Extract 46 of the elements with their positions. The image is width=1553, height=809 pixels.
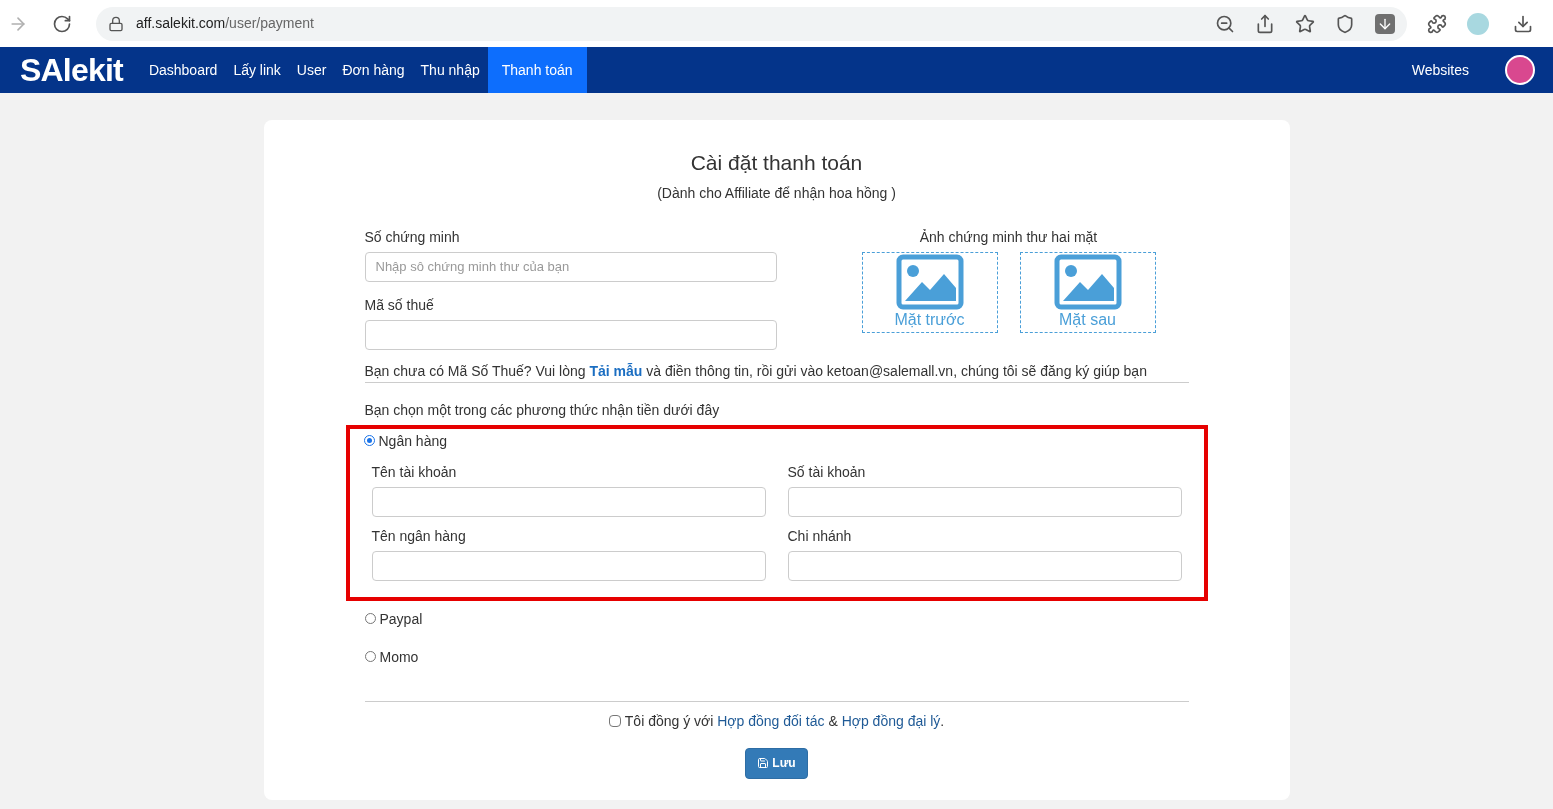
page-title: Cài đặt thanh toán	[690, 150, 863, 176]
nav-item[interactable]: Thanh toán	[487, 47, 587, 93]
tax-hint-text: Bạn chưa có Mã Số Thuế? Vui lòng Tải mẫu và điền thông tin, rồi gửi vào ketoan@salemall.vn, chúng tôi sẽ đăng ký giúp bạn	[364, 361, 1189, 383]
contract-link[interactable]: Hợp đồng đại lý	[841, 712, 941, 729]
page-subtitle: (Dành cho Affiliate để nhận hoa hồng )	[657, 183, 896, 203]
shield-icon[interactable]	[1335, 13, 1355, 34]
field-label: Tên tài khoản	[371, 462, 458, 481]
field-label: Số chứng minh	[364, 227, 461, 246]
field-label: Chi nhánh	[787, 526, 853, 545]
bank-field[interactable]	[787, 486, 1182, 517]
bank-field[interactable]	[371, 486, 766, 517]
websites-link[interactable]: Websites	[1411, 59, 1469, 81]
share-icon[interactable]	[1255, 13, 1275, 34]
address-bar[interactable]: aff.salekit.com/user/payment	[96, 6, 1407, 41]
download-icon[interactable]	[1513, 13, 1533, 34]
image-icon	[1053, 253, 1122, 310]
tax-code-field[interactable]	[364, 319, 777, 350]
lock-icon	[108, 15, 124, 32]
reload-icon[interactable]	[52, 13, 72, 34]
payment-method-radio[interactable]: Momo	[364, 646, 1189, 667]
download-template-link[interactable]: Tải mẫu	[589, 362, 643, 379]
contract-link[interactable]: Hợp đồng đối tác	[717, 712, 825, 729]
zoom-out-icon[interactable]	[1215, 13, 1235, 34]
user-avatar[interactable]	[1505, 55, 1535, 85]
extensions-icon[interactable]	[1427, 13, 1447, 34]
url-text: aff.salekit.com/user/payment	[136, 14, 314, 33]
nav-item[interactable]: Dashboard	[140, 47, 226, 93]
bank-field[interactable]	[371, 550, 766, 581]
field-label: Mã số thuế	[364, 295, 435, 314]
save-button[interactable]: Lưu	[745, 747, 808, 779]
star-icon[interactable]	[1295, 13, 1315, 34]
photos-label: Ảnh chứng minh thư hai mặt	[919, 227, 1098, 246]
payment-method-radio[interactable]: Ngân hàng	[363, 430, 1190, 451]
field-label: Tên ngân hàng	[371, 526, 467, 545]
field-label: Số tài khoản	[787, 462, 867, 481]
payment-method-radio[interactable]: Paypal	[364, 608, 1189, 629]
logo[interactable]: SAlekit	[20, 54, 123, 86]
save-icon	[757, 757, 770, 769]
nav-item[interactable]: Lấy link	[225, 47, 289, 93]
nav-item[interactable]: Thu nhập	[412, 47, 488, 93]
methods-label: Bạn chọn một trong các phương thức nhận tiền dưới đây	[364, 400, 721, 419]
nav-item[interactable]: Đơn hàng	[334, 47, 413, 93]
id-number-field[interactable]: Nhập sô chứng minh thư của bạn	[364, 251, 777, 282]
bank-field[interactable]	[787, 550, 1182, 581]
image-icon	[895, 253, 964, 310]
nav-item[interactable]: User	[288, 47, 335, 93]
